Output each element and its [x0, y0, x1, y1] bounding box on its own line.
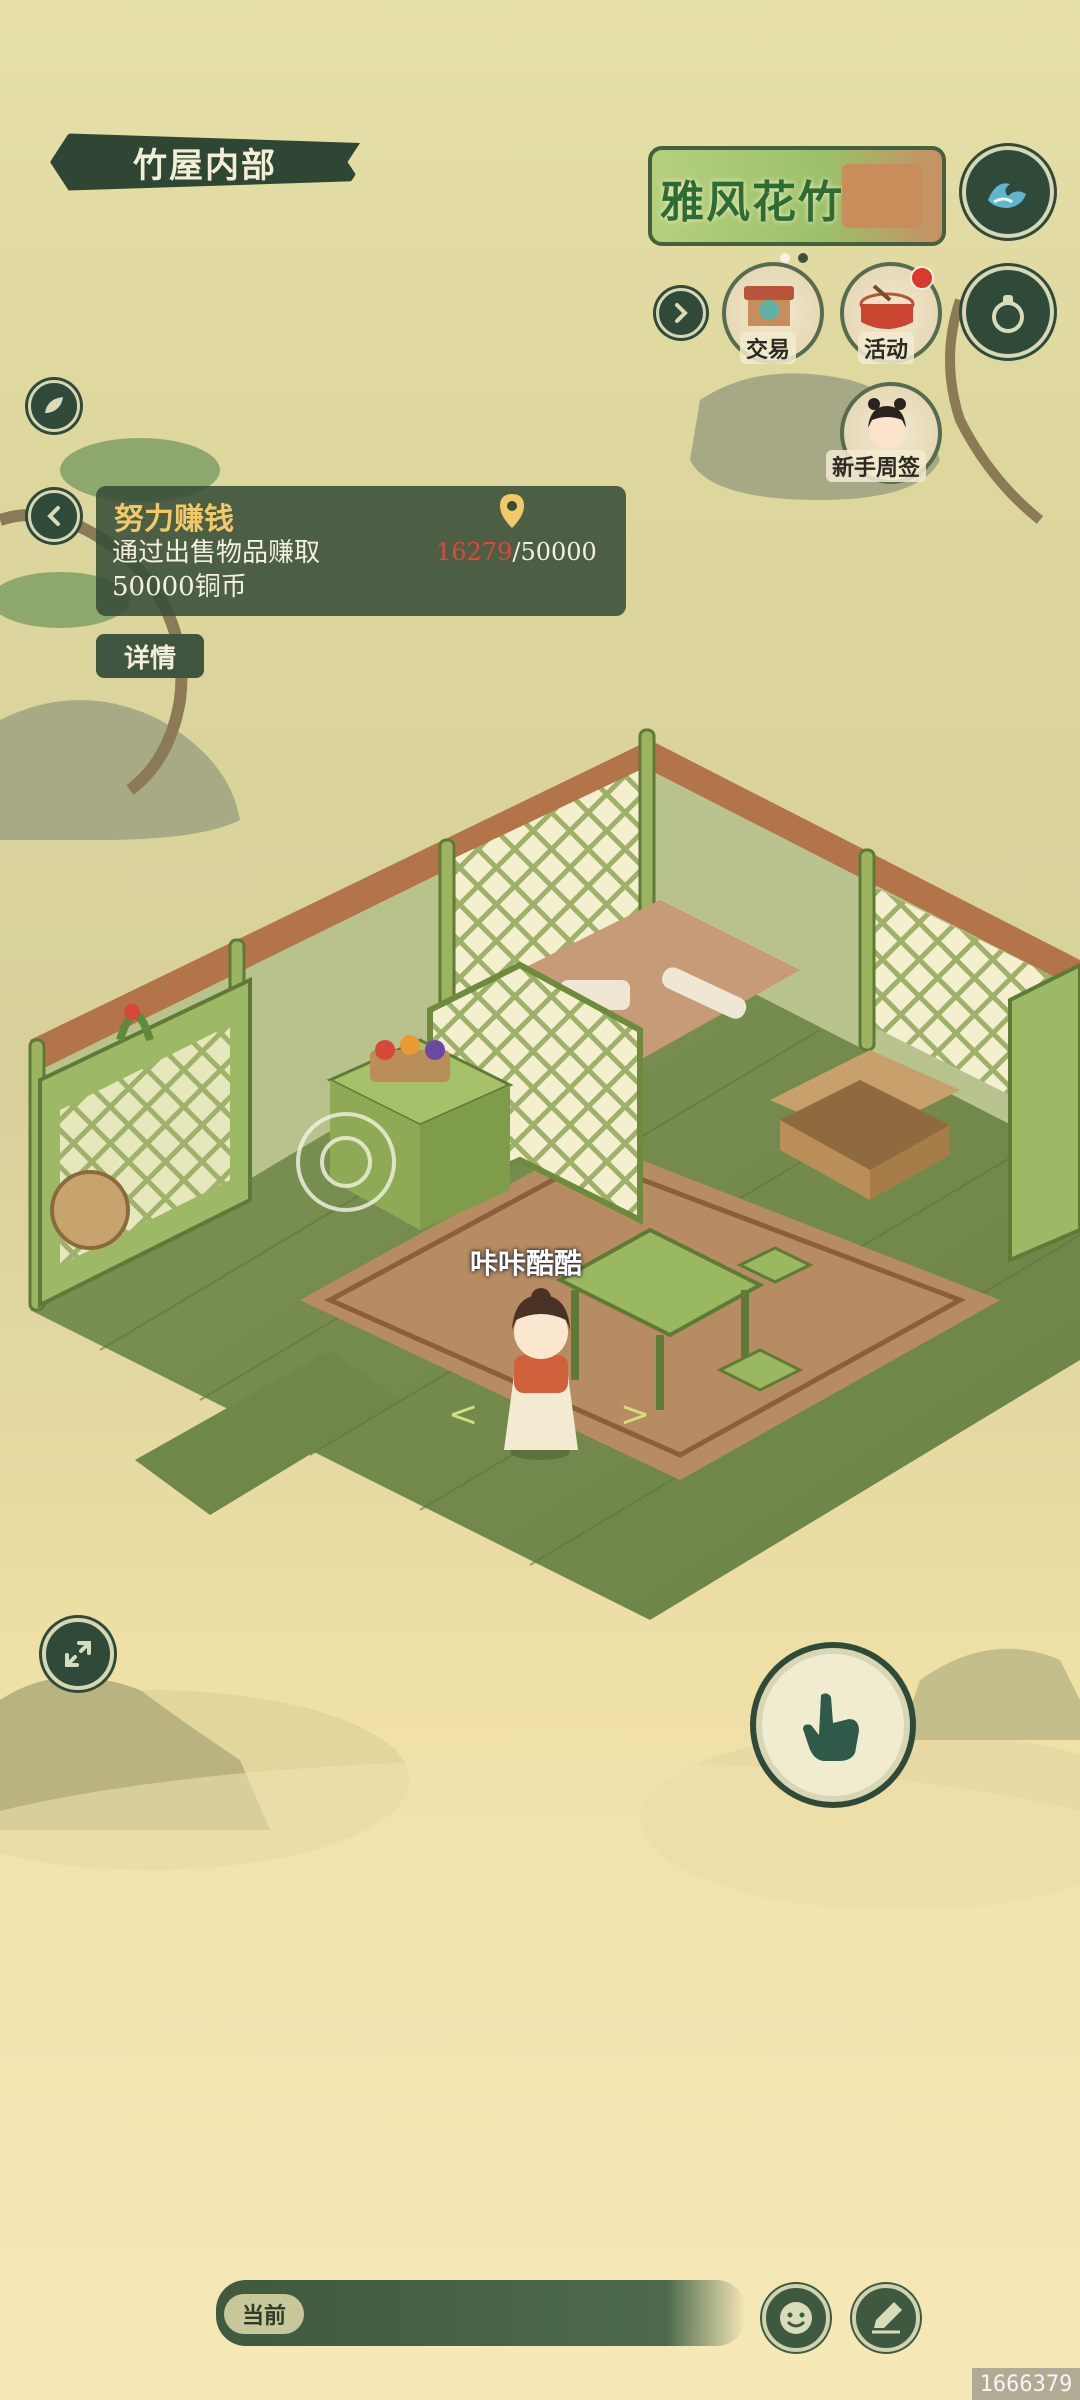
expand-icon: [65, 1641, 91, 1667]
gourd-icon: [992, 295, 1024, 333]
trade-label: 交易: [740, 332, 797, 364]
right-shelf: [1008, 962, 1080, 1264]
wave-button[interactable]: [962, 146, 1054, 238]
quest-progress-total: 50000: [520, 538, 597, 566]
straw-hat: [50, 1170, 130, 1250]
activity-notification-dot: [910, 266, 934, 290]
page-dot-active: [780, 253, 790, 263]
fruit: [400, 1035, 420, 1055]
chat-channel-tag[interactable]: 当前: [224, 2294, 304, 2334]
newbie-week-label: 新手周签: [826, 450, 927, 482]
leaf-button[interactable]: [28, 380, 80, 432]
move-left-arrow: <: [448, 1394, 478, 1435]
mist-cloud: [0, 1760, 1080, 2040]
back-chevron-icon: [47, 506, 60, 526]
quest-progress-current: 16279: [436, 538, 513, 566]
plant-flower: [124, 1004, 140, 1020]
wave-icon: [988, 183, 1026, 208]
interact-button[interactable]: [756, 1648, 910, 1802]
rock: [0, 700, 240, 840]
event-banner-title: 雅风花竹: [660, 177, 844, 228]
move-right-arrow: >: [620, 1394, 650, 1435]
fruit: [375, 1040, 395, 1060]
rock: [900, 1648, 1080, 1740]
location-title: 竹屋内部: [133, 145, 277, 186]
quest-description: 通过出售物品赚取50000铜币: [112, 538, 321, 602]
collapse-quest-button[interactable]: [28, 490, 80, 542]
quest-details-button[interactable]: 详情: [96, 634, 204, 678]
tap-hand-icon: [803, 1693, 859, 1761]
event-banner[interactable]: 雅风花竹: [648, 146, 946, 246]
leaf-icon: [45, 397, 63, 413]
page-dot: [798, 253, 808, 263]
game-scene: < >: [0, 298, 1080, 2040]
watermark: 1666379: [972, 2368, 1080, 2400]
edit-icon: [872, 2302, 902, 2334]
player-character[interactable]: [504, 1288, 578, 1460]
activity-label: 活动: [858, 332, 915, 364]
emoji-button[interactable]: [762, 2284, 830, 2352]
smiley-icon: [780, 2302, 812, 2334]
expand-view-button[interactable]: [42, 1618, 114, 1690]
gourd-button[interactable]: [962, 266, 1054, 358]
fruit: [425, 1040, 445, 1060]
quest-progress: 16279/50000: [436, 538, 597, 566]
location-pin-icon[interactable]: [498, 492, 526, 530]
quest-title: 努力赚钱: [114, 502, 234, 537]
event-banner-art: [842, 164, 922, 228]
forward-chevron-icon: [675, 303, 688, 323]
quest-panel[interactable]: 努力赚钱 通过出售物品赚取50000铜币 16279/50000: [96, 486, 626, 616]
expand-menu-button[interactable]: [656, 288, 706, 338]
compose-button[interactable]: [852, 2284, 920, 2352]
character-name: 咔咔酷酷: [470, 1247, 583, 1280]
